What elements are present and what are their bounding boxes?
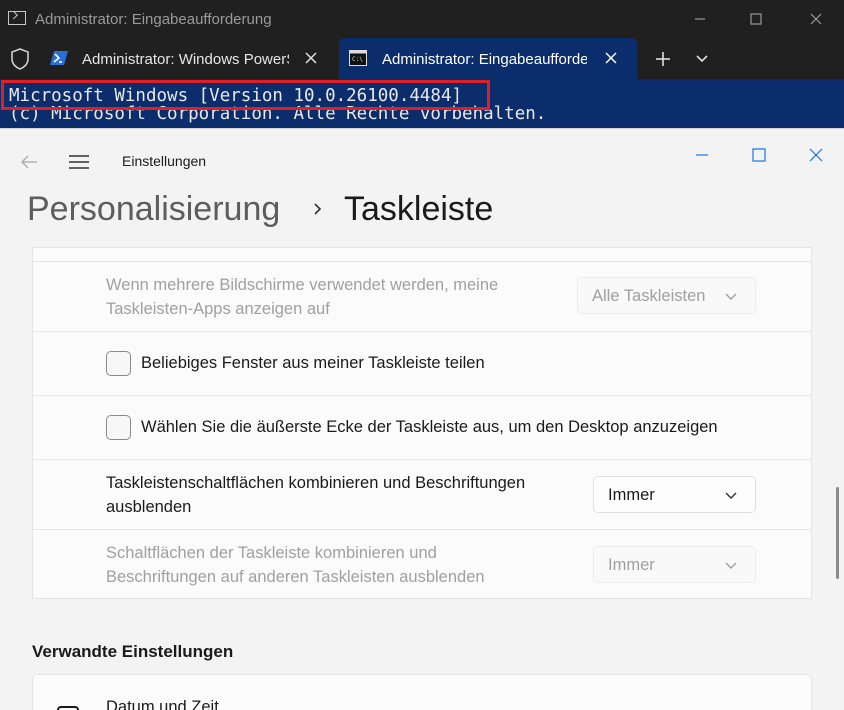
setting-label-line: ausblenden	[106, 498, 192, 516]
combine-buttons-row: Taskleistenschaltflächen kombinieren und…	[33, 459, 811, 529]
setting-label: Schaltflächen der Taskleiste kombinieren…	[106, 541, 485, 589]
tab-close-button[interactable]	[600, 47, 622, 69]
chevron-down-icon	[725, 293, 737, 300]
related-item-date-time[interactable]: Datum und Zeit	[32, 674, 812, 710]
terminal-titlebar[interactable]: Administrator: Eingabeaufforderung	[0, 0, 844, 38]
command-prompt-icon: C:\	[349, 50, 367, 66]
related-settings-heading: Verwandte Einstellungen	[32, 642, 234, 661]
terminal-minimize-button[interactable]	[687, 6, 713, 32]
plus-icon	[656, 52, 670, 66]
svg-text:C:\: C:\	[352, 56, 363, 63]
terminal-maximize-button[interactable]	[743, 6, 769, 32]
minimize-icon[interactable]	[688, 141, 716, 169]
close-icon	[605, 52, 617, 64]
show-desktop-corner-row[interactable]: Wählen Sie die äußerste Ecke der Tasklei…	[33, 395, 811, 459]
dropdown-value: Immer	[608, 556, 655, 574]
checkbox-label: Wählen Sie die äußerste Ecke der Tasklei…	[141, 418, 718, 436]
minimize-icon	[695, 18, 705, 20]
terminal-app-icon	[8, 11, 26, 25]
highlight-box	[1, 80, 490, 110]
setting-label-line: Wenn mehrere Bildschirme verwendet werde…	[106, 276, 499, 294]
tab-windows-powershell[interactable]: Administrator: Windows PowerShell	[39, 38, 337, 79]
powershell-icon	[50, 51, 68, 65]
setting-label-line: Schaltflächen der Taskleiste kombinieren…	[106, 544, 437, 562]
tab-eingabeaufforderung[interactable]: C:\ Administrator: Eingabeaufforderung	[339, 38, 637, 79]
settings-window: Einstellungen Personalisierung Taskleist…	[0, 128, 844, 710]
share-window-checkbox[interactable]	[106, 351, 131, 376]
setting-label-line: Taskleisten-Apps anzeigen auf	[106, 300, 330, 318]
chevron-down-icon	[725, 492, 737, 499]
tab-label: Administrator: Windows PowerShell	[82, 51, 289, 68]
setting-label-line: Beschriftungen auf anderen Taskleisten a…	[106, 568, 485, 586]
combine-other-dropdown[interactable]: Immer	[593, 546, 756, 583]
calendar-clock-icon	[57, 706, 79, 710]
tab-label: Administrator: Eingabeaufforderung	[382, 51, 587, 68]
chevron-right-icon	[314, 203, 322, 215]
close-icon	[810, 13, 822, 25]
new-tab-button[interactable]	[650, 46, 676, 72]
setting-label: Wenn mehrere Bildschirme verwendet werde…	[106, 273, 498, 321]
multi-monitor-apps-row: Wenn mehrere Bildschirme verwendet werde…	[33, 261, 811, 331]
chevron-down-icon	[696, 55, 708, 63]
close-icon[interactable]	[802, 141, 830, 169]
close-icon	[305, 52, 317, 64]
tab-dropdown-button[interactable]	[690, 46, 714, 72]
hamburger-menu-icon[interactable]	[68, 151, 90, 173]
checkbox-label: Beliebiges Fenster aus meiner Taskleiste…	[141, 354, 485, 372]
card-partial-row	[33, 248, 811, 261]
show-desktop-checkbox[interactable]	[106, 415, 131, 440]
taskbar-behaviors-card: Wenn mehrere Bildschirme verwendet werde…	[32, 247, 812, 599]
dropdown-value: Alle Taskleisten	[592, 287, 706, 305]
scrollbar[interactable]	[836, 487, 839, 579]
share-window-row[interactable]: Beliebiges Fenster aus meiner Taskleiste…	[33, 331, 811, 395]
back-arrow-icon[interactable]	[18, 151, 40, 173]
maximize-icon	[750, 13, 762, 25]
dropdown-value: Immer	[608, 486, 655, 504]
combine-buttons-dropdown[interactable]: Immer	[593, 476, 756, 513]
related-item-label: Datum und Zeit	[106, 698, 219, 710]
setting-label-line: Taskleistenschaltflächen kombinieren und…	[106, 474, 526, 492]
multi-monitor-dropdown[interactable]: Alle Taskleisten	[577, 277, 756, 314]
page-title: Taskleiste	[344, 190, 494, 228]
combine-other-taskbars-row: Schaltflächen der Taskleiste kombinieren…	[33, 529, 811, 599]
settings-app-title: Einstellungen	[122, 153, 207, 169]
chevron-down-icon	[725, 562, 737, 569]
terminal-close-button[interactable]	[803, 6, 829, 32]
breadcrumb-parent[interactable]: Personalisierung	[27, 190, 280, 229]
terminal-window-title: Administrator: Eingabeaufforderung	[35, 11, 272, 28]
setting-label: Taskleistenschaltflächen kombinieren und…	[106, 471, 525, 519]
shield-icon	[11, 48, 29, 70]
tab-close-button[interactable]	[300, 47, 322, 69]
maximize-icon[interactable]	[745, 141, 773, 169]
